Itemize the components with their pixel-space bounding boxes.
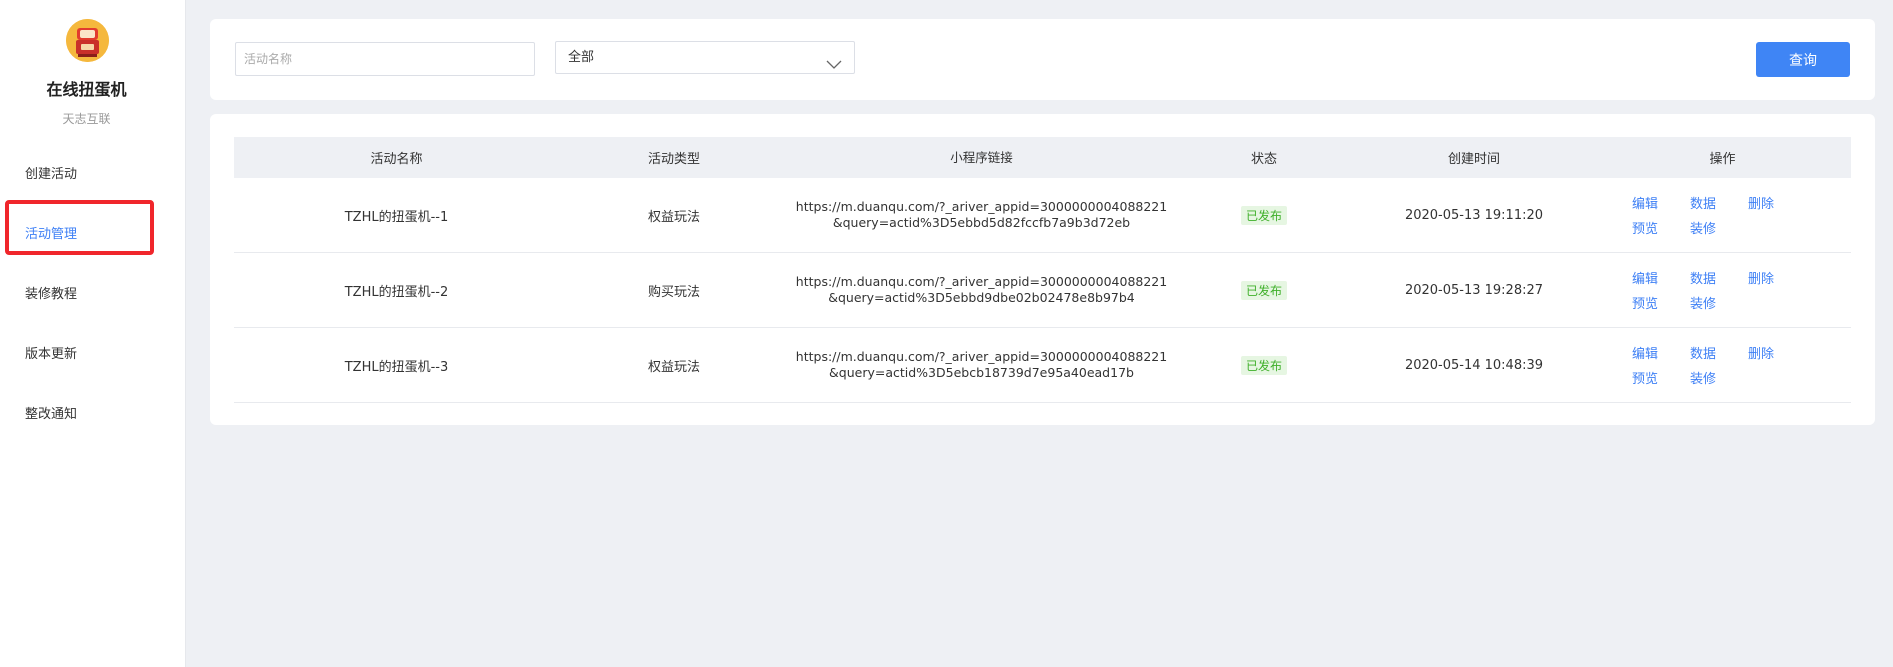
column-header-name: 活动名称	[370, 152, 423, 167]
actions-cell: 编辑 数据 删除 预览 装修	[1594, 268, 1851, 312]
link-line-2: &query=actid%3D5ebbd9dbe02b02478e8b97b4	[828, 290, 1135, 305]
delete-link[interactable]: 删除	[1748, 343, 1806, 362]
column-header-actions: 操作	[1709, 152, 1736, 167]
table-panel: 活动名称 活动类型 小程序链接 状态 创建时间 操作 TZHL的扭蛋机--1 权…	[210, 114, 1875, 425]
mini-program-link: https://m.duanqu.com/?_ariver_appid=3000…	[789, 199, 1174, 231]
link-line-1: https://m.duanqu.com/?_ariver_appid=3000…	[795, 274, 1168, 289]
sidebar-item-rectification-notice[interactable]: 整改通知	[25, 403, 77, 422]
link-line-2: &query=actid%3D5ebcb18739d7e95a40ead17b	[829, 365, 1134, 380]
query-button[interactable]: 查询	[1756, 42, 1850, 77]
column-header-type: 活动类型	[647, 152, 700, 167]
status-cell: 已发布	[1174, 280, 1354, 300]
activity-type: 购买玩法	[647, 284, 700, 300]
decorate-link[interactable]: 装修	[1690, 218, 1748, 237]
actions-cell: 编辑 数据 删除 预览 装修	[1594, 343, 1851, 387]
column-header-link: 小程序链接	[950, 149, 1013, 165]
chevron-down-icon	[826, 51, 842, 82]
sidebar-item-decoration-tutorial[interactable]: 装修教程	[25, 283, 77, 302]
activity-type: 权益玩法	[647, 359, 700, 375]
status-badge: 已发布	[1240, 280, 1287, 300]
edit-link[interactable]: 编辑	[1632, 268, 1690, 287]
decorate-link[interactable]: 装修	[1690, 368, 1748, 387]
delete-link[interactable]: 删除	[1748, 268, 1806, 287]
delete-link[interactable]: 删除	[1748, 193, 1806, 212]
table-row: TZHL的扭蛋机--3 权益玩法 https://m.duanqu.com/?_…	[234, 328, 1851, 403]
app-subtitle: 天志互联	[62, 112, 111, 126]
data-link[interactable]: 数据	[1690, 193, 1748, 212]
decorate-link[interactable]: 装修	[1690, 293, 1748, 312]
edit-link[interactable]: 编辑	[1632, 193, 1690, 212]
gashapon-machine-icon	[66, 19, 109, 62]
column-header-created: 创建时间	[1447, 152, 1500, 167]
activity-name: TZHL的扭蛋机--2	[344, 284, 449, 300]
status-cell: 已发布	[1174, 355, 1354, 375]
preview-link[interactable]: 预览	[1632, 218, 1690, 237]
edit-link[interactable]: 编辑	[1632, 343, 1690, 362]
actions-cell: 编辑 数据 删除 预览 装修	[1594, 193, 1851, 237]
activity-name-input[interactable]	[235, 42, 535, 76]
data-link[interactable]: 数据	[1690, 268, 1748, 287]
sidebar: 在线扭蛋机 天志互联 创建活动 活动管理 装修教程 版本更新 整改通知	[0, 0, 186, 667]
sidebar-item-create-activity[interactable]: 创建活动	[25, 163, 77, 182]
activity-type: 权益玩法	[647, 209, 700, 225]
status-badge: 已发布	[1240, 355, 1287, 375]
created-time: 2020-05-13 19:28:27	[1404, 282, 1544, 298]
activity-name: TZHL的扭蛋机--3	[344, 359, 449, 375]
activity-table: 活动名称 活动类型 小程序链接 状态 创建时间 操作 TZHL的扭蛋机--1 权…	[234, 137, 1851, 403]
filter-panel: 全部 查询	[210, 19, 1875, 100]
status-badge: 已发布	[1240, 205, 1287, 225]
data-link[interactable]: 数据	[1690, 343, 1748, 362]
activity-type-selected: 全部	[568, 50, 595, 65]
sidebar-item-version-update[interactable]: 版本更新	[25, 343, 77, 362]
table-header: 活动名称 活动类型 小程序链接 状态 创建时间 操作	[234, 137, 1851, 178]
activity-type-select[interactable]: 全部	[555, 41, 855, 74]
preview-link[interactable]: 预览	[1632, 293, 1690, 312]
link-line-1: https://m.duanqu.com/?_ariver_appid=3000…	[795, 349, 1168, 364]
table-row: TZHL的扭蛋机--1 权益玩法 https://m.duanqu.com/?_…	[234, 178, 1851, 253]
status-cell: 已发布	[1174, 205, 1354, 225]
created-time: 2020-05-13 19:11:20	[1404, 207, 1544, 223]
preview-link[interactable]: 预览	[1632, 368, 1690, 387]
link-line-2: &query=actid%3D5ebbd5d82fccfb7a9b3d72eb	[832, 215, 1131, 230]
mini-program-link: https://m.duanqu.com/?_ariver_appid=3000…	[789, 274, 1174, 306]
highlight-annotation-box	[5, 200, 154, 255]
link-line-1: https://m.duanqu.com/?_ariver_appid=3000…	[795, 199, 1168, 214]
app-title: 在线扭蛋机	[46, 80, 127, 99]
activity-name: TZHL的扭蛋机--1	[344, 209, 449, 225]
created-time: 2020-05-14 10:48:39	[1404, 357, 1544, 373]
mini-program-link: https://m.duanqu.com/?_ariver_appid=3000…	[789, 349, 1174, 381]
table-row: TZHL的扭蛋机--2 购买玩法 https://m.duanqu.com/?_…	[234, 253, 1851, 328]
column-header-status: 状态	[1250, 152, 1277, 167]
